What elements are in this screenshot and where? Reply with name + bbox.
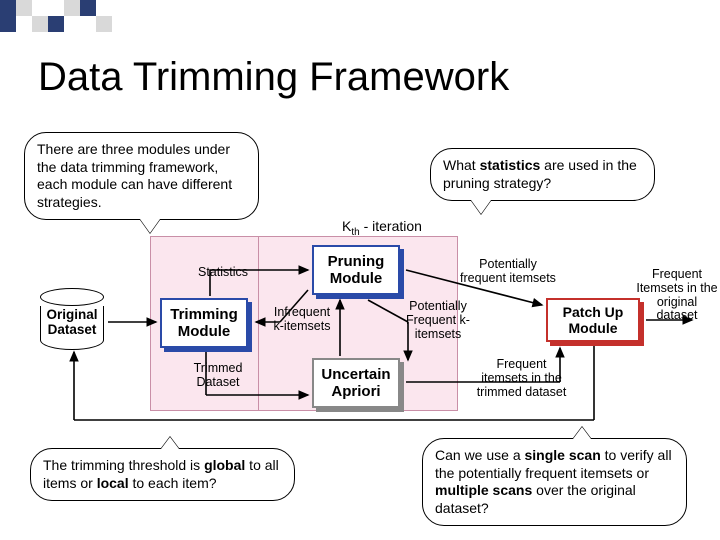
decorative-squares bbox=[0, 0, 112, 16]
bubble-top-right: What statistics are used in the pruning … bbox=[430, 148, 655, 201]
infrequent-k-itemsets-label: Infrequent k-itemsets bbox=[268, 306, 336, 334]
trimming-module-box: Trimming Module bbox=[160, 298, 248, 348]
patchup-module-box: Patch Up Module bbox=[546, 298, 640, 342]
bubble-top-left: There are three modules under the data t… bbox=[24, 132, 259, 220]
page-title: Data Trimming Framework bbox=[38, 55, 509, 100]
pruning-module-box: Pruning Module bbox=[312, 245, 400, 295]
potentially-frequent-k-itemsets-label: Potentially Frequent k-itemsets bbox=[398, 300, 478, 341]
potentially-frequent-itemsets-label: Potentially frequent itemsets bbox=[458, 258, 558, 286]
bubble-bottom-left: The trimming threshold is global to all … bbox=[30, 448, 295, 501]
uncertain-apriori-box: Uncertain Apriori bbox=[312, 358, 400, 408]
slide: Data Trimming Framework There are three … bbox=[0, 0, 720, 540]
bubble-text: There are three modules under the data t… bbox=[37, 141, 232, 210]
text: What bbox=[443, 157, 480, 173]
bubble-bottom-right: Can we use a single scan to verify all t… bbox=[422, 438, 687, 526]
iteration-label: Kth - iteration bbox=[342, 218, 422, 238]
statistics-label: Statistics bbox=[198, 266, 248, 280]
text-bold: statistics bbox=[480, 157, 541, 173]
frequent-original-label: Frequent Itemsets in the original datase… bbox=[636, 268, 718, 323]
frequent-trimmed-label: Frequent itemsets in the trimmed dataset bbox=[474, 358, 569, 399]
original-dataset-label: Original Dataset bbox=[36, 308, 108, 338]
trimmed-dataset-label: Trimmed Dataset bbox=[186, 362, 250, 390]
